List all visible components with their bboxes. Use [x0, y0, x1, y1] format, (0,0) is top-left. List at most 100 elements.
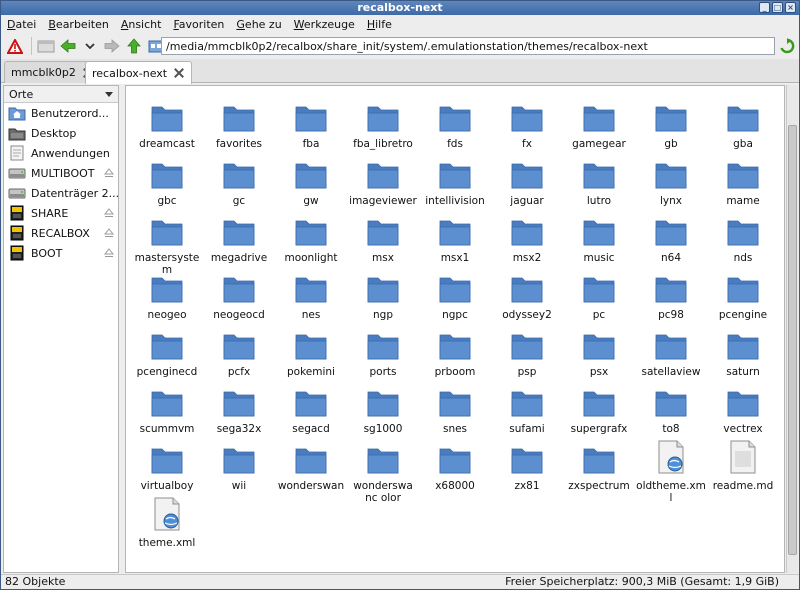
new-window-icon[interactable]	[36, 36, 56, 56]
warning-icon[interactable]	[5, 36, 25, 56]
folder-item[interactable]: vectrex	[707, 387, 779, 435]
menu-werkzeuge[interactable]: Werkzeuge	[294, 18, 355, 31]
folder-item[interactable]: ngpc	[419, 273, 491, 321]
back-icon[interactable]	[58, 36, 78, 56]
file-item[interactable]: colecovision	[491, 86, 563, 87]
folder-item[interactable]: saturn	[707, 330, 779, 378]
folder-item[interactable]: pcenginecd	[131, 330, 203, 378]
up-icon[interactable]	[124, 36, 144, 56]
folder-item[interactable]: lutro	[563, 159, 635, 207]
folder-item[interactable]: gb	[635, 102, 707, 150]
folder-item[interactable]: nes	[275, 273, 347, 321]
folder-item[interactable]: favorites	[203, 102, 275, 150]
file-item[interactable]: oldtheme.xml	[635, 440, 707, 504]
folder-item[interactable]: virtualboy	[131, 444, 203, 492]
file-item[interactable]: cavestory	[419, 86, 491, 87]
folder-item[interactable]: ngp	[347, 273, 419, 321]
folder-item[interactable]: ports	[347, 330, 419, 378]
file-item[interactable]: readme.md	[707, 440, 779, 492]
folder-item[interactable]: pcengine	[707, 273, 779, 321]
history-dropdown-icon[interactable]	[80, 36, 100, 56]
close-icon[interactable]	[173, 67, 185, 79]
file-item[interactable]: atari7800	[203, 86, 275, 87]
folder-item[interactable]: neogeocd	[203, 273, 275, 321]
folder-item[interactable]: jaguar	[491, 159, 563, 207]
folder-item[interactable]: dreamcast	[131, 102, 203, 150]
minimize-button[interactable]: _	[759, 2, 770, 13]
folder-item[interactable]: to8	[635, 387, 707, 435]
folder-item[interactable]: scummvm	[131, 387, 203, 435]
menu-bearbeiten[interactable]: Bearbeiten	[48, 18, 108, 31]
folder-item[interactable]: intellivision	[419, 159, 491, 207]
folder-item[interactable]: neogeo	[131, 273, 203, 321]
folder-item[interactable]: fds	[419, 102, 491, 150]
folder-item[interactable]: gamegear	[563, 102, 635, 150]
folder-item[interactable]: zxspectrum	[563, 444, 635, 492]
menu-favoriten[interactable]: Favoriten	[173, 18, 224, 31]
folder-item[interactable]: pc98	[635, 273, 707, 321]
folder-item[interactable]: msx	[347, 216, 419, 264]
vertical-scrollbar[interactable]	[786, 85, 798, 573]
close-window-button[interactable]: ×	[785, 2, 796, 13]
sidebar-item-benutzerord[interactable]: Benutzerord...	[4, 103, 118, 123]
sidebar-item-anwendungen[interactable]: Anwendungen	[4, 143, 118, 163]
folder-item[interactable]: sufami	[491, 387, 563, 435]
file-item[interactable]: data	[635, 86, 707, 87]
folder-item[interactable]: nds	[707, 216, 779, 264]
maximize-button[interactable]: □	[772, 2, 783, 13]
sidebar-item-desktop[interactable]: Desktop	[4, 123, 118, 143]
folder-item[interactable]: gw	[275, 159, 347, 207]
folder-item[interactable]: wii	[203, 444, 275, 492]
file-item[interactable]: c64	[347, 86, 419, 87]
folder-item[interactable]: psp	[491, 330, 563, 378]
menu-gehe-zu[interactable]: Gehe zu	[236, 18, 281, 31]
menu-datei[interactable]: Datei	[7, 18, 36, 31]
sidebar-item-share[interactable]: SHARE	[4, 203, 118, 223]
folder-item[interactable]: satellaview	[635, 330, 707, 378]
folder-item[interactable]: pcfx	[203, 330, 275, 378]
folder-item[interactable]: imageviewer	[347, 159, 419, 207]
file-item[interactable]: daphne	[563, 86, 635, 87]
folder-item[interactable]: gc	[203, 159, 275, 207]
eject-icon[interactable]	[103, 208, 115, 218]
go-icon[interactable]	[779, 38, 795, 54]
file-item[interactable]: default	[707, 86, 779, 87]
sidebar-item-boot[interactable]: BOOT	[4, 243, 118, 263]
folder-item[interactable]: segacd	[275, 387, 347, 435]
file-item[interactable]: atari5200	[131, 86, 203, 87]
folder-item[interactable]: sega32x	[203, 387, 275, 435]
title-bar[interactable]: recalbox-next _ □ ×	[1, 1, 799, 15]
folder-item[interactable]: fba_libretro	[347, 102, 419, 150]
folder-item[interactable]: psx	[563, 330, 635, 378]
folder-item[interactable]: music	[563, 216, 635, 264]
folder-item[interactable]: wonderswanc olor	[347, 444, 419, 504]
folder-item[interactable]: gba	[707, 102, 779, 150]
folder-item[interactable]: fx	[491, 102, 563, 150]
places-dropdown[interactable]: Orte	[4, 86, 118, 103]
menu-ansicht[interactable]: Ansicht	[121, 18, 162, 31]
forward-icon[interactable]	[102, 36, 122, 56]
folder-item[interactable]: wonderswan	[275, 444, 347, 492]
folder-item[interactable]: prboom	[419, 330, 491, 378]
menu-hilfe[interactable]: Hilfe	[367, 18, 392, 31]
sidebar-item-datenträger-2[interactable]: Datenträger 2...	[4, 183, 119, 203]
eject-icon[interactable]	[103, 248, 115, 258]
scrollbar-thumb[interactable]	[788, 125, 797, 555]
folder-item[interactable]: msx1	[419, 216, 491, 264]
sidebar-item-recalbox[interactable]: RECALBOX	[4, 223, 118, 243]
folder-item[interactable]: fba	[275, 102, 347, 150]
folder-item[interactable]: x68000	[419, 444, 491, 492]
sidebar-item-multiboot[interactable]: MULTIBOOT	[4, 163, 118, 183]
folder-item[interactable]: mastersystem	[131, 216, 203, 276]
eject-icon[interactable]	[103, 168, 115, 178]
folder-item[interactable]: pokemini	[275, 330, 347, 378]
folder-item[interactable]: odyssey2	[491, 273, 563, 321]
eject-icon[interactable]	[103, 228, 115, 238]
folder-item[interactable]: snes	[419, 387, 491, 435]
folder-item[interactable]: gbc	[131, 159, 203, 207]
folder-item[interactable]: lynx	[635, 159, 707, 207]
folder-item[interactable]: megadrive	[203, 216, 275, 264]
folder-item[interactable]: supergrafx	[563, 387, 635, 435]
folder-item[interactable]: pc	[563, 273, 635, 321]
path-input[interactable]	[161, 37, 775, 55]
